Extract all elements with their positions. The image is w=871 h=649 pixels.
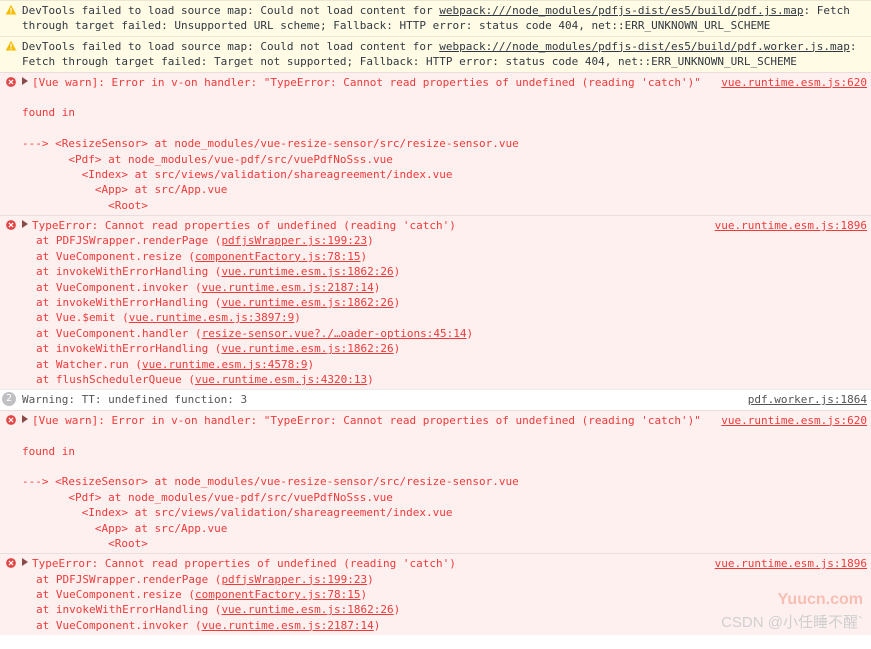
stack-frame-link[interactable]: vue.runtime.esm.js:4320:13	[195, 373, 367, 386]
console-row-warn: DevTools failed to load source map: Coul…	[0, 0, 871, 36]
warning-icon	[4, 39, 18, 53]
error-heading: TypeError: Cannot read properties of und…	[32, 557, 456, 570]
stack-frame-link[interactable]: vue.runtime.esm.js:1862:26	[221, 603, 393, 616]
error-icon	[4, 75, 18, 89]
stack-frame: at flushSchedulerQueue (vue.runtime.esm.…	[36, 372, 703, 387]
stack-frame-link[interactable]: vue.runtime.esm.js:2187:14	[202, 281, 374, 294]
log-text: DevTools failed to load source map: Coul…	[22, 4, 439, 17]
expand-caret-icon[interactable]	[22, 415, 28, 423]
stack-frame: at VueComponent.handler (resize-sensor.v…	[36, 326, 703, 341]
stack-frame: at PDFJSWrapper.renderPage (pdfjsWrapper…	[36, 572, 703, 587]
stack-frame: at invokeWithErrorHandling (vue.runtime.…	[36, 602, 703, 617]
console-row-err: [Vue warn]: Error in v-on handler: "Type…	[0, 410, 871, 554]
console-log-list: DevTools failed to load source map: Coul…	[0, 0, 871, 635]
expand-caret-icon[interactable]	[22, 558, 28, 566]
log-message[interactable]: DevTools failed to load source map: Coul…	[22, 3, 867, 34]
log-text: DevTools failed to load source map: Coul…	[22, 40, 439, 53]
expand-caret-icon[interactable]	[22, 77, 28, 85]
log-text: Warning: TT: undefined function: 3	[22, 393, 247, 406]
stack-frame: at PDFJSWrapper.renderPage (pdfjsWrapper…	[36, 233, 703, 248]
stack-trace: at PDFJSWrapper.renderPage (pdfjsWrapper…	[22, 572, 703, 634]
error-icon	[4, 556, 18, 570]
source-link[interactable]: vue.runtime.esm.js:1896	[703, 218, 867, 387]
log-text: [Vue warn]: Error in v-on handler: "Type…	[22, 414, 701, 550]
stack-frame-link[interactable]: vue.runtime.esm.js:2187:14	[202, 619, 374, 632]
stack-frame: at VueComponent.invoker (vue.runtime.esm…	[36, 280, 703, 295]
log-message[interactable]: [Vue warn]: Error in v-on handler: "Type…	[22, 413, 709, 552]
stack-frame-link[interactable]: pdfjsWrapper.js:199:23	[221, 573, 367, 586]
console-row-warn: DevTools failed to load source map: Coul…	[0, 36, 871, 72]
log-message[interactable]: Warning: TT: undefined function: 3	[22, 392, 736, 407]
repeat-count-badge: 2	[2, 392, 16, 406]
stack-frame: at VueComponent.resize (componentFactory…	[36, 587, 703, 602]
console-row-info: 2 Warning: TT: undefined function: 3 pdf.w…	[0, 389, 871, 409]
stack-frame-link[interactable]: vue.runtime.esm.js:4578:9	[142, 358, 308, 371]
stack-frame-link[interactable]: componentFactory.js:78:15	[195, 250, 361, 263]
log-message[interactable]: TypeError: Cannot read properties of und…	[22, 556, 703, 633]
source-link[interactable]: vue.runtime.esm.js:620	[709, 413, 867, 552]
source-link[interactable]: pdf.worker.js:1864	[736, 392, 867, 407]
expand-caret-icon[interactable]	[22, 220, 28, 228]
error-heading: TypeError: Cannot read properties of und…	[32, 219, 456, 232]
stack-frame-link[interactable]: vue.runtime.esm.js:3897:9	[129, 311, 295, 324]
stack-frame: at invokeWithErrorHandling (vue.runtime.…	[36, 341, 703, 356]
stack-frame-link[interactable]: pdfjsWrapper.js:199:23	[221, 234, 367, 247]
log-message[interactable]: DevTools failed to load source map: Coul…	[22, 39, 867, 70]
stack-frame: at VueComponent.invoker (vue.runtime.esm…	[36, 618, 703, 633]
log-message[interactable]: TypeError: Cannot read properties of und…	[22, 218, 703, 387]
stack-trace: at PDFJSWrapper.renderPage (pdfjsWrapper…	[22, 233, 703, 387]
console-row-err: [Vue warn]: Error in v-on handler: "Type…	[0, 72, 871, 216]
stack-frame-link[interactable]: vue.runtime.esm.js:1862:26	[221, 265, 393, 278]
error-icon	[4, 413, 18, 427]
stack-frame: at VueComponent.resize (componentFactory…	[36, 249, 703, 264]
stack-frame: at invokeWithErrorHandling (vue.runtime.…	[36, 295, 703, 310]
stack-frame: at Watcher.run (vue.runtime.esm.js:4578:…	[36, 357, 703, 372]
source-map-link[interactable]: webpack:///node_modules/pdfjs-dist/es5/b…	[439, 40, 850, 53]
log-text: [Vue warn]: Error in v-on handler: "Type…	[22, 76, 701, 212]
stack-frame-link[interactable]: vue.runtime.esm.js:1862:26	[221, 296, 393, 309]
source-link[interactable]: vue.runtime.esm.js:1896	[703, 556, 867, 633]
source-map-link[interactable]: webpack:///node_modules/pdfjs-dist/es5/b…	[439, 4, 803, 17]
stack-frame-link[interactable]: vue.runtime.esm.js:1862:26	[221, 342, 393, 355]
stack-frame-link[interactable]: componentFactory.js:78:15	[195, 588, 361, 601]
log-message[interactable]: [Vue warn]: Error in v-on handler: "Type…	[22, 75, 709, 214]
stack-frame-link[interactable]: resize-sensor.vue?./…oader-options:45:14	[202, 327, 467, 340]
stack-frame: at invokeWithErrorHandling (vue.runtime.…	[36, 264, 703, 279]
error-icon	[4, 218, 18, 232]
stack-frame: at Vue.$emit (vue.runtime.esm.js:3897:9)	[36, 310, 703, 325]
source-link[interactable]: vue.runtime.esm.js:620	[709, 75, 867, 214]
warning-icon	[4, 3, 18, 17]
console-row-err: TypeError: Cannot read properties of und…	[0, 553, 871, 635]
console-row-err: TypeError: Cannot read properties of und…	[0, 215, 871, 389]
